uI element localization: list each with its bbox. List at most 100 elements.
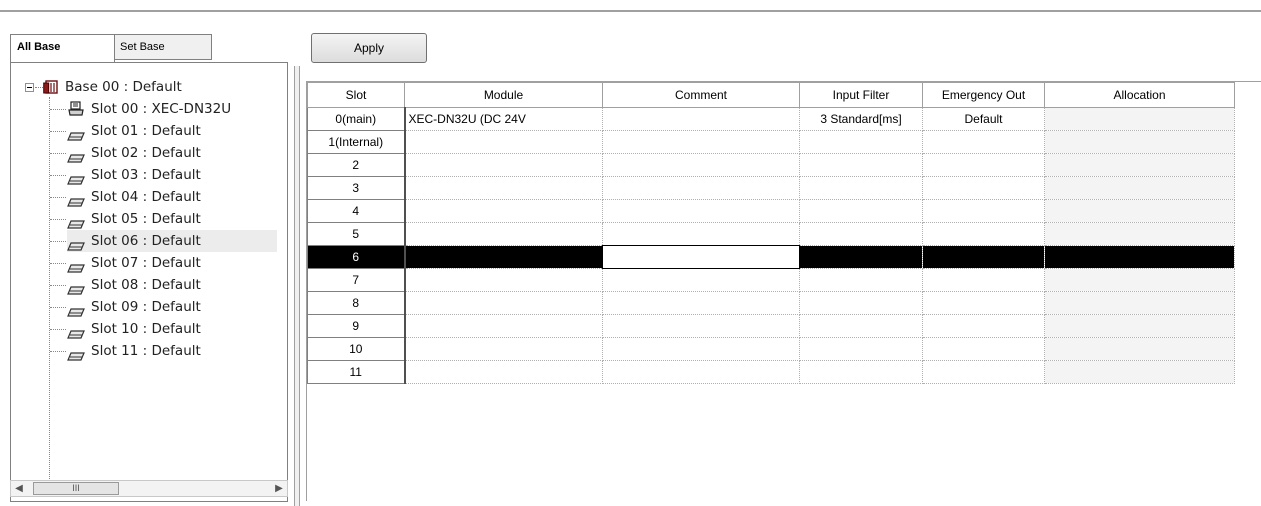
comment-cell[interactable] (602, 314, 800, 338)
allocation-cell[interactable] (1044, 107, 1235, 131)
emergency-out-cell[interactable] (922, 245, 1045, 269)
column-header-slot[interactable]: Slot (307, 82, 405, 108)
module-cell[interactable] (404, 199, 603, 223)
collapse-toggle-icon[interactable] (25, 83, 34, 92)
comment-cell[interactable] (602, 199, 800, 223)
allocation-cell[interactable] (1044, 199, 1235, 223)
column-header-input-filter[interactable]: Input Filter (799, 82, 923, 108)
tree-item-slot-09[interactable]: Slot 09 : Default (67, 296, 277, 318)
comment-cell[interactable] (602, 268, 800, 292)
tree-item-slot-02[interactable]: Slot 02 : Default (67, 142, 277, 164)
column-header-allocation[interactable]: Allocation (1044, 82, 1235, 108)
input-filter-cell[interactable] (799, 199, 923, 223)
table-row[interactable]: 1(Internal) (307, 130, 1235, 154)
tab-set-base[interactable]: Set Base (114, 34, 212, 60)
module-cell[interactable] (404, 291, 603, 315)
module-cell[interactable] (404, 153, 603, 177)
comment-cell[interactable] (602, 245, 800, 269)
input-filter-cell[interactable] (799, 245, 923, 269)
input-filter-cell[interactable] (799, 360, 923, 384)
table-row[interactable]: 7 (307, 268, 1235, 292)
scroll-left-icon[interactable]: ◀ (11, 481, 27, 496)
emergency-out-cell[interactable] (922, 222, 1045, 246)
tree-item-slot-08[interactable]: Slot 08 : Default (67, 274, 277, 296)
allocation-cell[interactable] (1044, 337, 1235, 361)
tree-item-slot-05[interactable]: Slot 05 : Default (67, 208, 277, 230)
emergency-out-cell[interactable] (922, 360, 1045, 384)
allocation-cell[interactable] (1044, 245, 1235, 269)
module-cell[interactable] (404, 222, 603, 246)
module-cell[interactable] (404, 130, 603, 154)
comment-cell[interactable] (602, 107, 800, 131)
table-row[interactable]: 2 (307, 153, 1235, 177)
input-filter-cell[interactable] (799, 153, 923, 177)
emergency-out-cell[interactable] (922, 337, 1045, 361)
input-filter-cell[interactable] (799, 222, 923, 246)
input-filter-cell[interactable] (799, 291, 923, 315)
scroll-thumb[interactable]: III (33, 482, 119, 495)
input-filter-cell[interactable] (799, 314, 923, 338)
module-cell[interactable] (404, 314, 603, 338)
tree-item-slot-11[interactable]: Slot 11 : Default (67, 340, 277, 362)
allocation-cell[interactable] (1044, 176, 1235, 200)
input-filter-cell[interactable] (799, 176, 923, 200)
module-cell[interactable]: XEC-DN32U (DC 24V (404, 107, 603, 131)
allocation-cell[interactable] (1044, 291, 1235, 315)
comment-cell[interactable] (602, 337, 800, 361)
emergency-out-cell[interactable]: Default (922, 107, 1045, 131)
tree-horizontal-scrollbar[interactable]: ◀ III ▶ (10, 480, 288, 497)
module-cell[interactable] (404, 245, 603, 269)
emergency-out-cell[interactable] (922, 130, 1045, 154)
module-cell[interactable] (404, 176, 603, 200)
table-row[interactable]: 0(main) XEC-DN32U (DC 24V 3 Standard[ms] De… (307, 107, 1235, 131)
emergency-out-cell[interactable] (922, 199, 1045, 223)
comment-cell[interactable] (602, 130, 800, 154)
tree-item-slot-03[interactable]: Slot 03 : Default (67, 164, 277, 186)
allocation-cell[interactable] (1044, 360, 1235, 384)
table-row[interactable]: 8 (307, 291, 1235, 315)
comment-cell[interactable] (602, 291, 800, 315)
column-header-comment[interactable]: Comment (602, 82, 800, 108)
pane-splitter[interactable] (294, 66, 300, 506)
table-row[interactable]: 11 (307, 360, 1235, 384)
emergency-out-cell[interactable] (922, 314, 1045, 338)
comment-cell[interactable] (602, 360, 800, 384)
tree-item-slot-10[interactable]: Slot 10 : Default (67, 318, 277, 340)
tree-item-slot-07[interactable]: Slot 07 : Default (67, 252, 277, 274)
tree-item-slot-04[interactable]: Slot 04 : Default (67, 186, 277, 208)
table-row[interactable]: 3 (307, 176, 1235, 200)
table-row[interactable]: 5 (307, 222, 1235, 246)
emergency-out-cell[interactable] (922, 268, 1045, 292)
allocation-cell[interactable] (1044, 153, 1235, 177)
column-header-module[interactable]: Module (404, 82, 603, 108)
allocation-cell[interactable] (1044, 222, 1235, 246)
emergency-out-cell[interactable] (922, 291, 1045, 315)
module-cell[interactable] (404, 360, 603, 384)
scroll-right-icon[interactable]: ▶ (271, 481, 287, 496)
tree-item-slot-01[interactable]: Slot 01 : Default (67, 120, 277, 142)
emergency-out-cell[interactable] (922, 176, 1045, 200)
module-cell[interactable] (404, 268, 603, 292)
table-row[interactable]: 6 (307, 245, 1235, 269)
input-filter-cell[interactable]: 3 Standard[ms] (799, 107, 923, 131)
module-cell[interactable] (404, 337, 603, 361)
allocation-cell[interactable] (1044, 130, 1235, 154)
comment-cell[interactable] (602, 222, 800, 246)
table-row[interactable]: 4 (307, 199, 1235, 223)
allocation-cell[interactable] (1044, 268, 1235, 292)
comment-cell[interactable] (602, 153, 800, 177)
table-row[interactable]: 9 (307, 314, 1235, 338)
base-tree[interactable]: Base 00 : Default Slot 00 : XEC-DN32U Slo… (10, 62, 288, 502)
input-filter-cell[interactable] (799, 130, 923, 154)
input-filter-cell[interactable] (799, 337, 923, 361)
column-header-emergency-out[interactable]: Emergency Out (922, 82, 1045, 108)
input-filter-cell[interactable] (799, 268, 923, 292)
comment-cell[interactable] (602, 176, 800, 200)
tree-item-slot-00[interactable]: Slot 00 : XEC-DN32U (67, 98, 277, 120)
tree-item-slot-06[interactable]: Slot 06 : Default (67, 230, 277, 252)
table-row[interactable]: 10 (307, 337, 1235, 361)
allocation-cell[interactable] (1044, 314, 1235, 338)
apply-button[interactable]: Apply (311, 33, 427, 63)
emergency-out-cell[interactable] (922, 153, 1045, 177)
tab-all-base[interactable]: All Base (10, 34, 115, 63)
